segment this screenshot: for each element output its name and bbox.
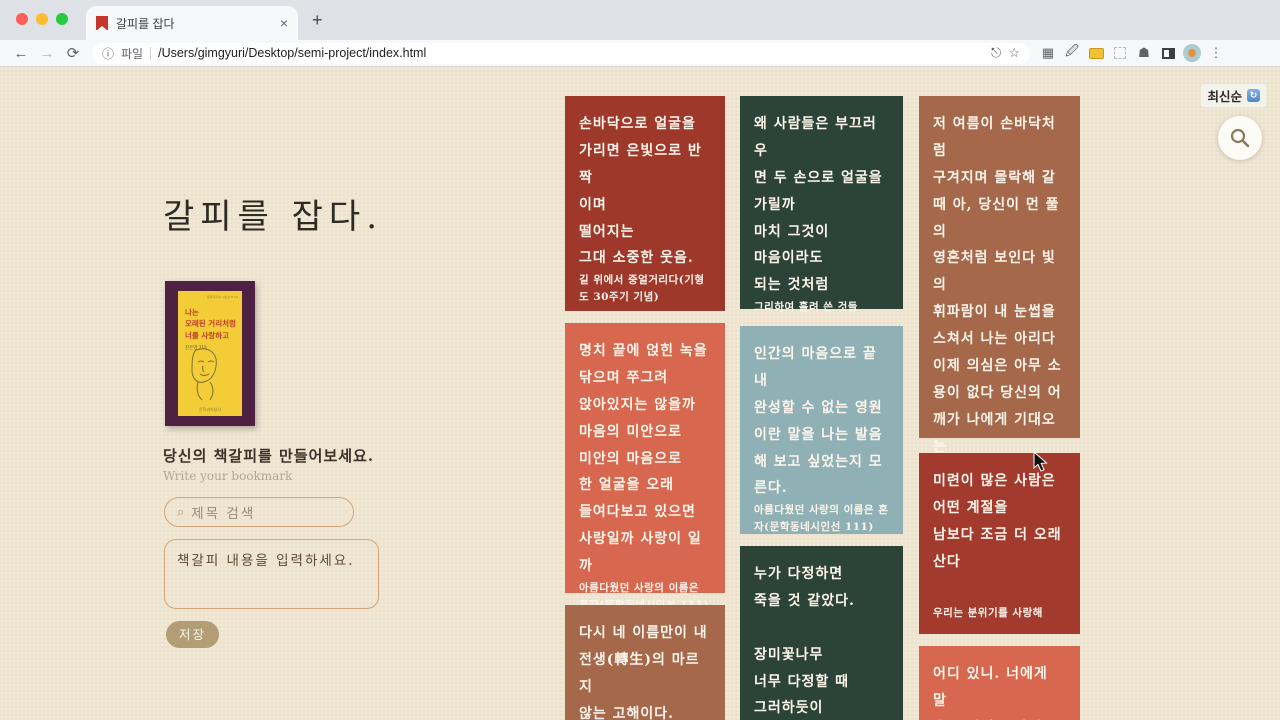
forward-icon[interactable]: →: [34, 45, 60, 62]
extension-grid-icon[interactable]: ▦: [1036, 45, 1060, 61]
sort-latest-button[interactable]: 최신순 ↻: [1201, 84, 1266, 107]
bookmark-content-textarea[interactable]: 책갈피 내용을 입력하세요.: [164, 539, 379, 609]
reload-icon[interactable]: ⟳: [60, 44, 86, 62]
page-info-icon[interactable]: ⓘ: [102, 45, 114, 62]
quote-text: 다시 네 이름만이 내 전생(轉生)의 마르지 않는 고해이다. 그대여,: [579, 625, 708, 720]
bookmark-favicon-icon: [96, 16, 108, 31]
quote-card[interactable]: 어디 있니. 너에게 말 을 붙이려고 왔어. 내 목소리 들리니. 인생: [919, 646, 1080, 720]
magnifier-icon: [1230, 128, 1250, 148]
write-bookmark-caption: Write your bookmark: [163, 469, 293, 483]
share-icon[interactable]: ⎋: [991, 45, 1001, 61]
quote-text: 왜 사람들은 부끄러우 면 두 손으로 얼굴을 가릴까 마치 그것이 마음이라도…: [754, 116, 883, 294]
zoom-window-button[interactable]: [56, 13, 68, 25]
quote-card[interactable]: 누가 다정하면 죽을 것 같았다. 장미꽃나무 너무 다정할 때 그러하듯이 저…: [740, 546, 903, 720]
quote-source: 그리하여 흘려 쓴 것들: [754, 301, 858, 314]
new-tab-button[interactable]: +: [312, 10, 323, 30]
sort-label: 최신순: [1207, 89, 1242, 104]
tab-title: 갈피를 잡다: [116, 16, 175, 31]
quote-card[interactable]: 저 여름이 손바닥처럼 구겨지며 몰락해 갈 때 아, 당신이 먼 풀의 영혼처…: [919, 96, 1080, 582]
quote-card[interactable]: 명치 끝에 얹힌 녹을 닦으며 쭈그려 앉아있지는 않을까 마음의 미안으로 미…: [565, 323, 725, 611]
bookmark-page: 최신순 ↻ 갈피를 잡다. 문학과지성 시인선 R 02 나는 오래된 거리처럼…: [0, 67, 1280, 720]
quote-source: 길 위에서 중얼거리다(기형도 30주기 기념): [579, 274, 705, 304]
quote-card[interactable]: 손바닥으로 얼굴을 가리면 은빛으로 반짝 이며 떨어지는 그대 소중한 웃음.…: [565, 96, 725, 311]
quote-text: 어디 있니. 너에게 말 을 붙이려고 왔어. 내 목소리 들리니. 인생: [933, 666, 1048, 720]
close-window-button[interactable]: [16, 13, 28, 25]
quote-text: 미련이 많은 사람은 어떤 계절을 남보다 조금 더 오래 산다: [933, 473, 1062, 570]
extension-notes-icon[interactable]: [1084, 46, 1108, 61]
quote-text: 손바닥으로 얼굴을 가리면 은빛으로 반짝 이며 떨어지는 그대 소중한 웃음.: [579, 116, 702, 267]
browser-menu-icon[interactable]: ⋮: [1204, 45, 1228, 61]
extensions-puzzle-icon[interactable]: ☗: [1132, 45, 1156, 61]
profile-avatar[interactable]: [1183, 44, 1201, 62]
quote-text: 인간의 마음으로 끝내 완성할 수 없는 영원 이란 말을 나는 발음 해 보고…: [754, 346, 883, 497]
make-bookmark-heading: 당신의 책갈피를 만들어보세요.: [163, 447, 375, 465]
quote-source: 아름다웠던 사랑의 이름은 혼자(문학동네시인선 111): [754, 504, 889, 534]
book-cover[interactable]: 문학과지성 시인선 R 02 나는 오래된 거리처럼 너를 사랑하고 진은영 지…: [165, 281, 255, 426]
search-input-icon: ⌕: [177, 504, 185, 520]
quote-card[interactable]: 왜 사람들은 부끄러우 면 두 손으로 얼굴을 가릴까 마치 그것이 마음이라도…: [740, 96, 903, 313]
quote-text: 명치 끝에 얹힌 녹을 닦으며 쭈그려 앉아있지는 않을까 마음의 미안으로 미…: [579, 343, 708, 574]
quote-card[interactable]: 인간의 마음으로 끝내 완성할 수 없는 영원 이란 말을 나는 발음 해 보고…: [740, 326, 903, 534]
back-icon[interactable]: ←: [8, 45, 34, 62]
sort-refresh-icon: ↻: [1247, 89, 1260, 102]
quote-card[interactable]: 미련이 많은 사람은 어떤 계절을 남보다 조금 더 오래 산다 우리는 분위기…: [919, 453, 1080, 634]
title-search-input[interactable]: ⌕ 제목 검색: [164, 497, 354, 527]
search-placeholder: 제목 검색: [191, 506, 256, 522]
extension-screenshot-icon[interactable]: [1108, 46, 1132, 61]
tab-strip: 갈피를 잡다 × +: [0, 0, 1280, 40]
book-face-illustration-icon: [191, 348, 217, 401]
book-series-label: 문학과지성 시인선 R 02: [206, 295, 238, 299]
tab-close-icon[interactable]: ×: [280, 15, 288, 31]
browser-toolbar: ← → ⟳ ⓘ 파일 /Users/gimgyuri/Desktop/semi-…: [0, 40, 1280, 67]
extension-eyedropper-icon[interactable]: 🖉: [1060, 42, 1084, 64]
url-scheme-label: 파일: [121, 46, 144, 61]
bookmark-star-icon[interactable]: ☆: [1008, 45, 1020, 61]
book-title: 나는 오래된 거리처럼 너를 사랑하고: [185, 308, 236, 340]
minimize-window-button[interactable]: [36, 13, 48, 25]
url-divider: [150, 46, 152, 60]
save-button[interactable]: 저장: [166, 621, 219, 648]
side-panel-icon[interactable]: [1156, 46, 1180, 61]
search-fab-button[interactable]: [1218, 116, 1262, 160]
quote-card[interactable]: 다시 네 이름만이 내 전생(轉生)의 마르지 않는 고해이다. 그대여,: [565, 605, 725, 720]
quote-text: 누가 다정하면 죽을 것 같았다. 장미꽃나무 너무 다정할 때 그러하듯이 저…: [754, 566, 855, 717]
book-cover-inner: 문학과지성 시인선 R 02 나는 오래된 거리처럼 너를 사랑하고 진은영 지…: [178, 291, 242, 416]
book-publisher: 문학과지성사: [198, 407, 222, 412]
memo-placeholder: 책갈피 내용을 입력하세요.: [177, 553, 355, 569]
page-title: 갈피를 잡다.: [163, 197, 384, 237]
quote-source: 우리는 분위기를 사랑해: [933, 607, 1043, 620]
address-bar[interactable]: ⓘ 파일 /Users/gimgyuri/Desktop/semi-projec…: [92, 42, 1030, 64]
browser-tab[interactable]: 갈피를 잡다 ×: [86, 6, 298, 40]
url-text[interactable]: /Users/gimgyuri/Desktop/semi-project/ind…: [158, 46, 984, 60]
